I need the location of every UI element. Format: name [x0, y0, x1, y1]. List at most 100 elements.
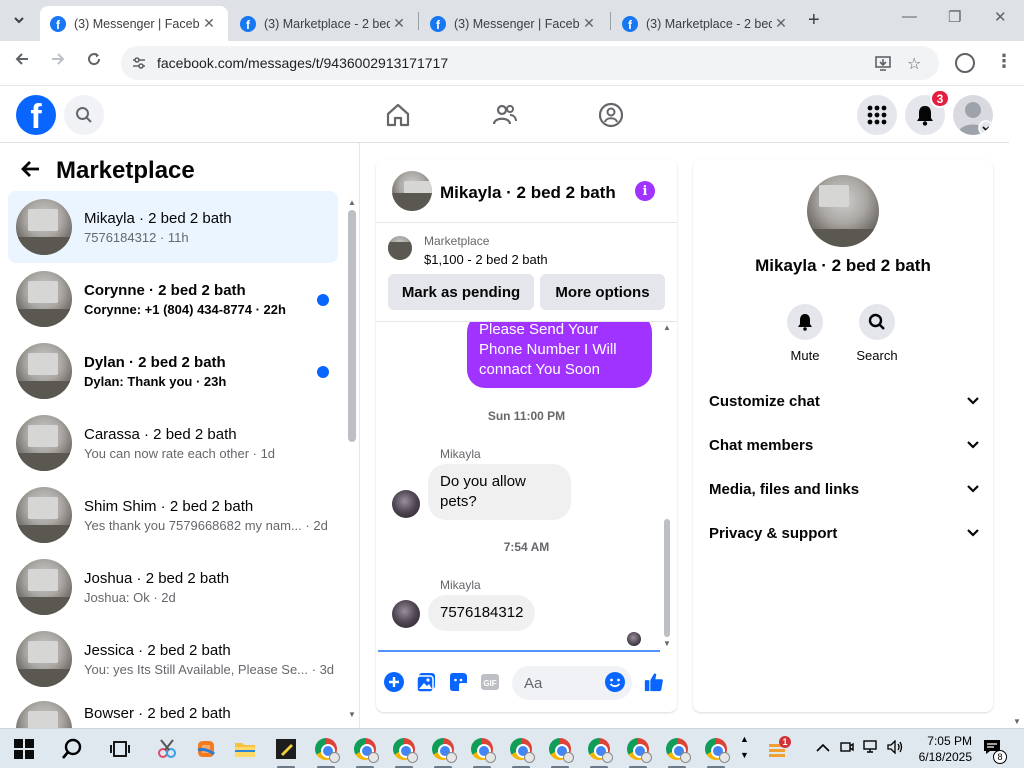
sticker-icon[interactable] — [447, 671, 469, 693]
back-arrow-icon[interactable] — [20, 158, 40, 184]
photo-icon[interactable] — [415, 671, 437, 693]
scroll-up-icon[interactable]: ▲ — [663, 323, 671, 332]
install-app-icon[interactable] — [874, 54, 892, 77]
page-scrollbar[interactable]: ▼ — [1009, 87, 1024, 728]
chat-avatar[interactable] — [392, 171, 432, 211]
restore-icon[interactable]: ❐ — [948, 8, 961, 26]
chat-scrollbar[interactable]: ▲ ▼ — [663, 323, 671, 648]
chrome-profile-8-icon[interactable] — [587, 737, 613, 763]
back-icon[interactable] — [14, 51, 30, 72]
listing-thumbnail[interactable] — [388, 236, 412, 260]
chrome-profile-2-icon[interactable] — [353, 737, 379, 763]
address-bar[interactable]: facebook.com/messages/t/9436002913171717… — [121, 46, 939, 80]
chrome-profile-4-icon[interactable] — [431, 737, 457, 763]
message-timestamp: Sun 11:00 PM — [487, 409, 566, 423]
scroll-down-icon[interactable]: ▼ — [1013, 717, 1021, 726]
customize-chat-section[interactable]: Customize chat — [709, 379, 979, 423]
listing-price-title[interactable]: $1,100 - 2 bed 2 bath — [424, 252, 548, 267]
facebook-search-button[interactable] — [64, 95, 104, 135]
conversation-item[interactable]: Corynne · 2 bed 2 bath Corynne: +1 (804) … — [8, 263, 338, 335]
conversation-item[interactable]: Carassa · 2 bed 2 bath You can now rate e… — [8, 407, 338, 479]
emoji-icon[interactable] — [604, 671, 626, 693]
incoming-message[interactable]: 7576184312 — [428, 595, 536, 631]
incoming-message[interactable]: Do you allow pets? — [428, 464, 571, 520]
chrome-profile-icon[interactable] — [955, 53, 975, 73]
sender-avatar[interactable] — [392, 490, 420, 518]
groups-icon[interactable] — [597, 101, 625, 129]
sender-avatar[interactable] — [392, 600, 420, 628]
tab-search-button[interactable] — [6, 7, 32, 33]
chrome-profile-7-icon[interactable] — [548, 737, 574, 763]
close-tab-icon[interactable]: ✕ — [200, 15, 218, 32]
more-options-button[interactable]: More options — [540, 274, 665, 310]
chrome-profile-6-icon[interactable] — [509, 737, 535, 763]
close-tab-icon[interactable]: ✕ — [772, 15, 790, 32]
browser-tab[interactable]: f (3) Messenger | Facebook ✕ — [40, 6, 228, 41]
scroll-down-icon[interactable]: ▼ — [663, 639, 671, 648]
sticky-notes-icon[interactable] — [274, 737, 298, 761]
chrome-profile-3-icon[interactable] — [392, 737, 418, 763]
listing-avatar[interactable] — [807, 175, 879, 247]
gif-icon[interactable]: GIF — [479, 671, 501, 693]
windows-start-icon[interactable] — [12, 737, 36, 761]
search-in-conversation-button[interactable]: Search — [847, 304, 907, 363]
menu-grid-button[interactable] — [857, 95, 897, 135]
chat-members-section[interactable]: Chat members — [709, 423, 979, 467]
marketplace-listing-bar: Marketplace $1,100 - 2 bed 2 bath Mark a… — [376, 224, 677, 322]
conversation-item[interactable]: Jessica · 2 bed 2 bath You: yes Its Still… — [8, 623, 338, 695]
meet-now-icon[interactable] — [840, 740, 854, 757]
thumbs-up-icon[interactable] — [643, 671, 665, 693]
system-clock[interactable]: 7:05 PM 6/18/2025 — [912, 733, 972, 765]
minimize-icon[interactable]: — — [902, 8, 917, 25]
mute-button[interactable]: Mute — [775, 304, 835, 363]
search-icon[interactable] — [60, 737, 84, 761]
reload-icon[interactable] — [86, 51, 102, 72]
scroll-up-icon[interactable]: ▲ — [348, 198, 356, 207]
conversation-item[interactable]: Mikayla · 2 bed 2 bath 7576184312 · 11h — [8, 191, 338, 263]
volume-icon[interactable] — [887, 739, 905, 757]
close-tab-icon[interactable]: ✕ — [390, 15, 408, 32]
scrollbar-thumb[interactable] — [664, 519, 670, 637]
browser-tab[interactable]: f (3) Marketplace - 2 bed ✕ — [230, 6, 418, 41]
close-window-icon[interactable]: ✕ — [994, 8, 1007, 26]
site-info-icon[interactable] — [130, 54, 148, 72]
conversation-item[interactable]: Joshua · 2 bed 2 bath Joshua: Ok · 2d — [8, 551, 338, 623]
chrome-profile-5-icon[interactable] — [470, 737, 496, 763]
chrome-menu-icon[interactable]: ⋮ — [995, 51, 1013, 72]
home-icon[interactable] — [384, 101, 412, 129]
forward-icon[interactable] — [50, 51, 66, 72]
chrome-profile-1-icon[interactable] — [314, 737, 340, 763]
conversation-scrollbar[interactable]: ▲ ▼ — [348, 198, 356, 719]
account-avatar[interactable] — [953, 95, 993, 135]
close-tab-icon[interactable]: ✕ — [580, 15, 598, 32]
info-icon[interactable]: i — [635, 181, 655, 201]
chrome-profile-11-icon[interactable] — [704, 737, 730, 763]
friends-icon[interactable] — [491, 101, 519, 129]
mark-as-pending-button[interactable]: Mark as pending — [388, 274, 534, 310]
new-tab-icon[interactable]: + — [808, 9, 820, 32]
chrome-profile-10-icon[interactable] — [665, 737, 691, 763]
browser-tab[interactable]: f (3) Marketplace - 2 bed ✕ — [612, 6, 800, 41]
scrollbar-thumb[interactable] — [348, 210, 356, 442]
facebook-logo-icon[interactable]: f — [16, 95, 56, 135]
facebook-favicon-icon: f — [240, 15, 256, 32]
media-files-links-section[interactable]: Media, files and links — [709, 467, 979, 511]
scroll-down-icon[interactable]: ▼ — [348, 710, 356, 719]
snipping-tool-icon[interactable] — [155, 737, 179, 761]
privacy-support-section[interactable]: Privacy & support — [709, 511, 979, 555]
bookmark-star-icon[interactable]: ☆ — [907, 54, 921, 74]
office-icon[interactable] — [194, 737, 218, 761]
network-icon[interactable] — [863, 740, 881, 757]
show-hidden-icons-chevron-icon[interactable] — [816, 740, 830, 756]
plus-circle-icon[interactable] — [383, 671, 405, 693]
outgoing-message[interactable]: Please Send Your Phone Number I Will con… — [467, 322, 652, 388]
browser-tab[interactable]: f (3) Messenger | Facebook ✕ — [420, 6, 608, 41]
task-view-icon[interactable] — [108, 737, 132, 761]
conversation-item[interactable]: Dylan · 2 bed 2 bath Dylan: Thank you · 2… — [8, 335, 338, 407]
chat-title[interactable]: Mikayla · 2 bed 2 bath — [440, 183, 616, 203]
clock-time: 7:05 PM — [927, 734, 972, 748]
conversation-item[interactable]: Shim Shim · 2 bed 2 bath Yes thank you 75… — [8, 479, 338, 551]
file-explorer-icon[interactable] — [233, 737, 257, 761]
taskbar-overflow-arrows[interactable]: ▲ ▼ — [740, 731, 749, 763]
chrome-profile-9-icon[interactable] — [626, 737, 652, 763]
